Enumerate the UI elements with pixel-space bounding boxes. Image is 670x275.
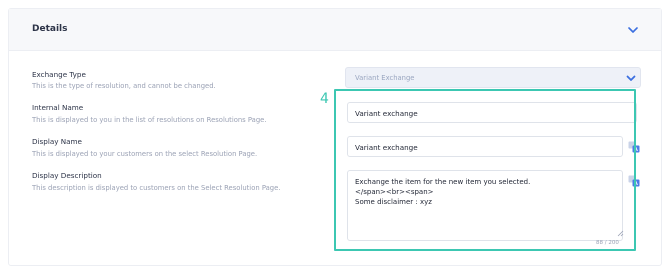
- internal-name-label: Internal Name: [32, 103, 84, 112]
- display-description-label: Display Description: [32, 171, 102, 180]
- chevron-down-icon: [626, 75, 636, 81]
- step-number: 4: [320, 91, 329, 107]
- display-description-hint: This description is displayed to custome…: [32, 184, 281, 192]
- exchange-type-hint: This is the type of resolution, and cann…: [32, 82, 216, 90]
- internal-name-hint: This is displayed to you in the list of …: [32, 116, 267, 124]
- section-title: Details: [32, 24, 68, 34]
- exchange-type-label: Exchange Type: [32, 70, 86, 79]
- display-name-label: Display Name: [32, 137, 82, 146]
- chevron-down-icon[interactable]: [626, 23, 640, 37]
- exchange-type-select[interactable]: Variant Exchange: [345, 67, 641, 88]
- character-counter: 88 / 200: [596, 240, 619, 246]
- step-highlight-box: [334, 89, 636, 251]
- details-header[interactable]: Details: [9, 9, 661, 51]
- display-name-hint: This is displayed to your customers on t…: [32, 150, 258, 158]
- exchange-type-value: Variant Exchange: [355, 74, 415, 82]
